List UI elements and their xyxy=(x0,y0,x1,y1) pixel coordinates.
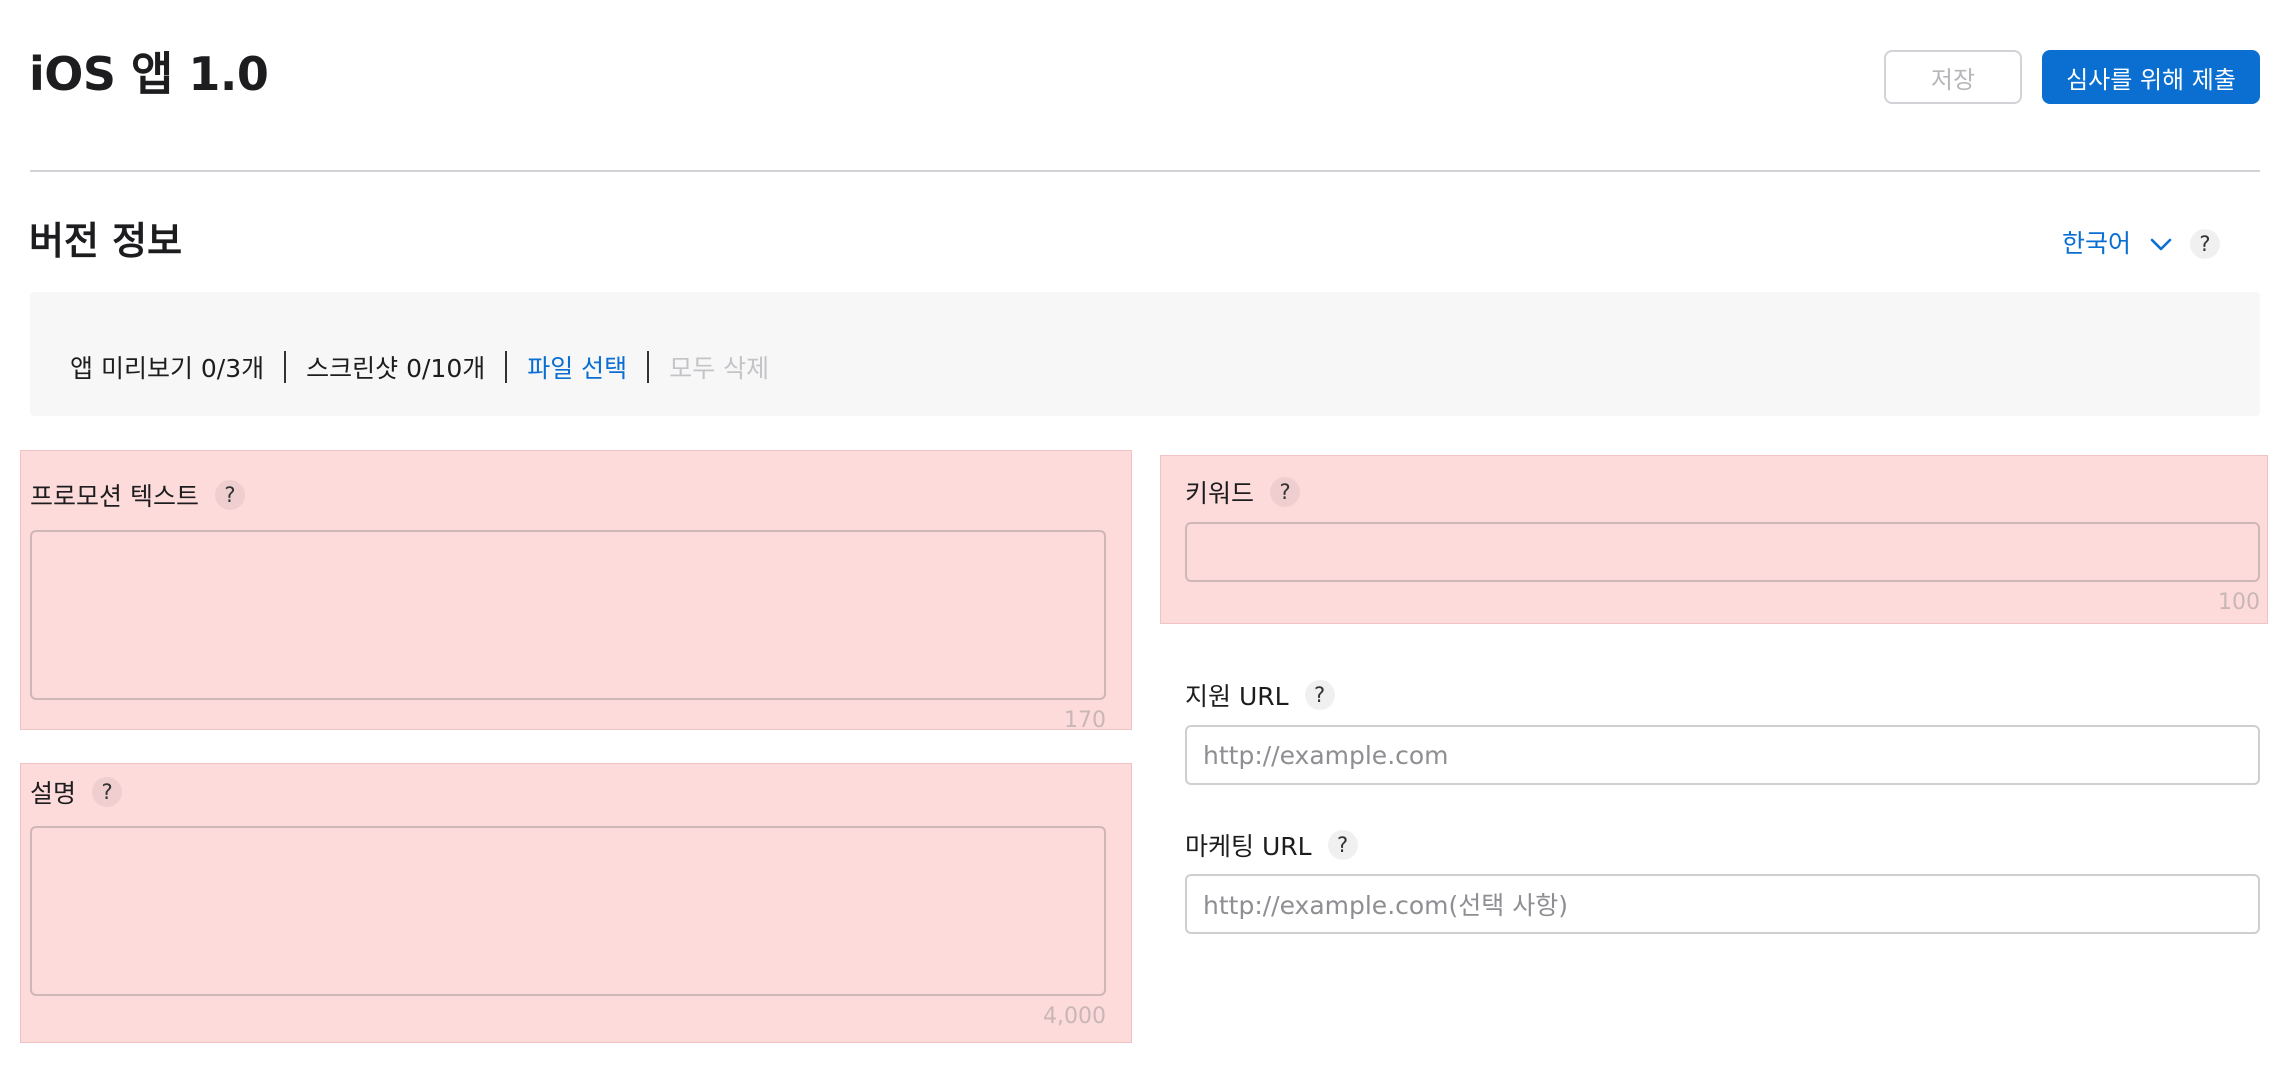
help-icon[interactable]: ? xyxy=(1304,680,1335,710)
save-button[interactable]: 저장 xyxy=(1884,50,2022,104)
keywords-input[interactable] xyxy=(1185,522,2260,582)
promo-text-counter: 170 xyxy=(1064,708,1106,733)
separator xyxy=(505,351,508,383)
section-title: 버전 정보 xyxy=(29,219,183,263)
delete-all-link[interactable]: 모두 삭제 xyxy=(669,349,769,385)
page-title: iOS 앱 1.0 xyxy=(29,47,269,101)
help-icon[interactable]: ? xyxy=(92,777,123,807)
description-counter: 4,000 xyxy=(1043,1004,1106,1029)
help-icon[interactable]: ? xyxy=(1270,477,1301,507)
keywords-counter: 100 xyxy=(2218,590,2260,615)
keywords-label: 키워드 ? xyxy=(1185,474,1301,510)
language-selector[interactable]: 한국어 xyxy=(2062,224,2131,260)
support-url-label: 지원 URL ? xyxy=(1185,677,1335,713)
submit-for-review-button[interactable]: 심사를 위해 제출 xyxy=(2042,50,2260,104)
media-controls: 앱 미리보기 0/3개 스크린샷 0/10개 파일 선택 모두 삭제 xyxy=(70,349,769,385)
marketing-url-label-text: 마케팅 URL xyxy=(1185,832,1312,861)
description-label-text: 설명 xyxy=(30,779,77,808)
marketing-url-label: 마케팅 URL ? xyxy=(1185,827,1358,863)
support-url-input[interactable]: http://example.com xyxy=(1185,725,2260,785)
description-label: 설명 ? xyxy=(30,774,123,810)
help-icon[interactable]: ? xyxy=(1327,830,1358,860)
promo-text-textarea[interactable] xyxy=(30,530,1106,700)
header-divider xyxy=(30,170,2260,172)
promo-text-label-text: 프로모션 텍스트 xyxy=(30,482,199,511)
description-textarea[interactable] xyxy=(30,826,1106,996)
separator xyxy=(647,351,650,383)
keywords-label-text: 키워드 xyxy=(1185,479,1255,508)
help-icon[interactable]: ? xyxy=(214,480,245,510)
app-store-connect-page: iOS 앱 1.0 저장 심사를 위해 제출 버전 정보 한국어 ? 앱 미리보… xyxy=(0,0,2282,1074)
support-url-label-text: 지원 URL xyxy=(1185,682,1289,711)
promo-text-label: 프로모션 텍스트 ? xyxy=(30,477,245,513)
language-help-icon[interactable]: ? xyxy=(2190,229,2220,259)
choose-file-link[interactable]: 파일 선택 xyxy=(527,349,627,385)
chevron-down-icon[interactable] xyxy=(2148,232,2174,258)
screenshot-count: 스크린샷 0/10개 xyxy=(306,354,486,383)
separator xyxy=(284,351,287,383)
app-preview-count: 앱 미리보기 0/3개 xyxy=(70,354,265,383)
marketing-url-input[interactable]: http://example.com(선택 사항) xyxy=(1185,874,2260,934)
